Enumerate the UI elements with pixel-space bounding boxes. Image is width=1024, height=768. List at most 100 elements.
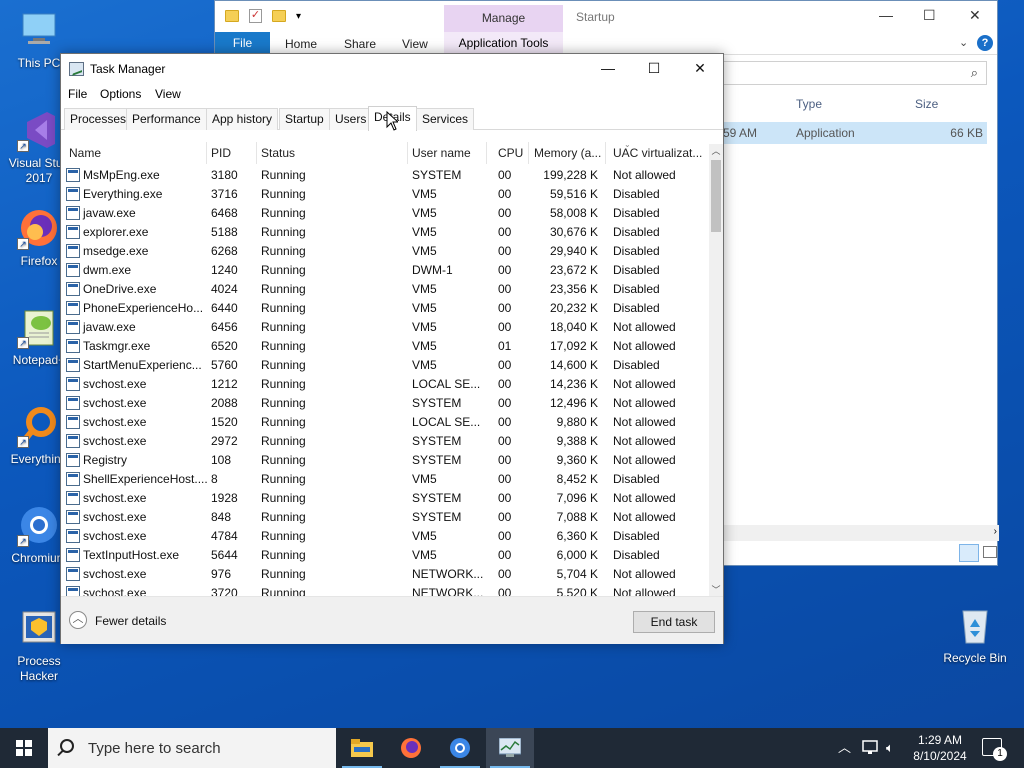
column-header-status[interactable]: Status <box>257 142 408 164</box>
table-row[interactable]: OneDrive.exe 4024 Running VM5 00 23,356 K Disa… <box>61 280 709 299</box>
ribbon-tab-share[interactable]: Share <box>344 37 376 51</box>
table-row[interactable]: svchost.exe 2088 Running SYSTEM 00 12,496 K No… <box>61 394 709 413</box>
show-hidden-icons[interactable]: ︿ <box>838 728 851 768</box>
table-row[interactable]: svchost.exe 4784 Running VM5 00 6,360 K Disabl… <box>61 527 709 546</box>
large-icons-view-icon[interactable] <box>983 546 997 558</box>
cell-uac-virtualization: Disabled <box>613 548 660 562</box>
details-view-icon[interactable] <box>959 544 979 562</box>
ribbon-tab-home[interactable]: Home <box>285 37 317 51</box>
table-row[interactable]: svchost.exe 1212 Running LOCAL SE... 00 14,23… <box>61 375 709 394</box>
table-row[interactable]: svchost.exe 2972 Running SYSTEM 00 9,388 K Not… <box>61 432 709 451</box>
table-row[interactable]: ShellExperienceHost.... 8 Running VM5 00 8,45… <box>61 470 709 489</box>
table-row[interactable]: svchost.exe 3720 Running NETWORK... 00 5,520 … <box>61 584 709 596</box>
column-header-pid[interactable]: PID <box>207 142 257 164</box>
table-row[interactable]: svchost.exe 848 Running SYSTEM 00 7,088 K Not … <box>61 508 709 527</box>
column-header-user-name[interactable]: User name <box>408 142 487 164</box>
table-row[interactable]: MsMpEng.exe 3180 Running SYSTEM 00 199,228 K N… <box>61 166 709 185</box>
start-button[interactable] <box>0 728 48 768</box>
scroll-right-icon[interactable]: › <box>994 526 997 537</box>
taskbar-firefox[interactable] <box>387 728 435 768</box>
table-row[interactable]: javaw.exe 6456 Running VM5 00 18,040 K Not all… <box>61 318 709 337</box>
network-icon[interactable] <box>862 728 880 768</box>
manage-context-tab[interactable]: Manage <box>444 5 563 32</box>
scrollbar-thumb[interactable] <box>711 160 721 232</box>
maximize-icon[interactable]: ☐ <box>923 7 936 24</box>
cell-uac-virtualization: Disabled <box>613 282 660 296</box>
table-row[interactable]: svchost.exe 1928 Running SYSTEM 00 7,096 K Not… <box>61 489 709 508</box>
tab-services[interactable]: Services <box>416 108 475 130</box>
table-row[interactable]: Taskmgr.exe 6520 Running VM5 01 17,092 K Not a… <box>61 337 709 356</box>
maximize-button[interactable]: ☐ <box>631 54 677 84</box>
table-row[interactable]: msedge.exe 6268 Running VM5 00 29,940 K Disabl… <box>61 242 709 261</box>
horizontal-scrollbar[interactable]: › <box>723 525 999 541</box>
tab-users[interactable]: Users <box>329 108 373 130</box>
cell-memory: 18,040 K <box>549 320 598 334</box>
close-icon[interactable]: ✕ <box>969 7 981 24</box>
menu-options[interactable]: Options <box>100 87 141 101</box>
desktop-icon-recycle-bin[interactable]: Recycle Bin <box>937 603 1013 666</box>
action-center-icon[interactable]: 1 <box>982 738 1007 761</box>
cell-memory: 5,704 K <box>556 567 598 581</box>
volume-icon[interactable]: 🔈︎ <box>886 728 894 768</box>
menu-view[interactable]: View <box>155 87 181 101</box>
minimize-button[interactable]: — <box>585 54 631 84</box>
minimize-icon[interactable]: — <box>879 7 893 23</box>
scroll-down-icon[interactable]: ﹀ <box>709 583 723 596</box>
column-header-uac-virtualization[interactable]: UAC virtualizat... <box>609 142 709 164</box>
folder-icon[interactable] <box>225 10 239 22</box>
table-row[interactable]: explorer.exe 5188 Running VM5 00 30,676 K Disa… <box>61 223 709 242</box>
table-row[interactable]: TextInputHost.exe 5644 Running VM5 00 6,000 K… <box>61 546 709 565</box>
customize-toolbar-icon[interactable]: ▾ <box>296 11 301 22</box>
help-icon[interactable]: ? <box>977 35 993 51</box>
column-size[interactable]: Size <box>915 97 938 111</box>
chevron-down-icon[interactable]: ⌄ <box>959 36 968 49</box>
scroll-up-icon[interactable]: ︿ <box>709 144 723 157</box>
ribbon-tab-application-tools[interactable]: Application Tools <box>444 32 563 55</box>
column-header-memory[interactable]: Memory (a... <box>530 142 606 164</box>
tab-app-history[interactable]: App history <box>206 108 279 130</box>
task-manager-window[interactable]: Task Manager — ☐ ✕ File Options View Pro… <box>60 53 724 644</box>
table-row[interactable]: svchost.exe 1520 Running LOCAL SE... 00 9,880… <box>61 413 709 432</box>
cell-name: svchost.exe <box>83 529 147 543</box>
table-row[interactable]: dwm.exe 1240 Running DWM-1 00 23,672 K Disable… <box>61 261 709 280</box>
cell-cpu: 00 <box>498 586 512 596</box>
fewer-details-link[interactable]: Fewer details <box>95 614 166 628</box>
taskbar-search-box[interactable]: Type here to search <box>48 728 336 768</box>
tab-processes[interactable]: Processes <box>64 108 133 130</box>
menu-file[interactable]: File <box>68 87 87 101</box>
app-window-icon <box>66 434 80 448</box>
column-type[interactable]: Type <box>796 97 822 111</box>
end-task-button[interactable]: End task <box>633 611 715 633</box>
system-clock[interactable]: 1:29 AM 8/10/2024 <box>910 732 970 764</box>
taskbar-chromium[interactable] <box>436 728 484 768</box>
table-row[interactable]: StartMenuExperienc... 5760 Running VM5 00 14,… <box>61 356 709 375</box>
ribbon-tab-view[interactable]: View <box>402 37 428 51</box>
taskbar-file-explorer[interactable] <box>338 728 386 768</box>
task-manager-titlebar[interactable]: Task Manager — ☐ ✕ <box>61 54 723 84</box>
table-row[interactable]: javaw.exe 6468 Running VM5 00 58,008 K Disable… <box>61 204 709 223</box>
ribbon-tab-file[interactable]: File <box>215 32 270 55</box>
table-row[interactable]: PhoneExperienceHo... 6440 Running VM5 00 20,2… <box>61 299 709 318</box>
close-button[interactable]: ✕ <box>677 54 723 84</box>
cell-pid: 3716 <box>211 187 238 201</box>
cell-status: Running <box>261 567 306 581</box>
table-row[interactable]: Registry 108 Running SYSTEM 00 9,360 K Not all… <box>61 451 709 470</box>
explorer-search-box[interactable]: ⌕ <box>723 61 987 85</box>
chevron-up-icon[interactable]: ︿ <box>69 611 87 629</box>
new-folder-icon[interactable] <box>272 10 286 22</box>
cell-cpu: 00 <box>498 244 512 258</box>
column-header-name[interactable]: Name <box>65 142 207 164</box>
file-row[interactable]: 59 AM Application 66 KB <box>723 122 987 144</box>
table-row[interactable]: svchost.exe 976 Running NETWORK... 00 5,704 K… <box>61 565 709 584</box>
cell-user-name: VM5 <box>412 206 437 220</box>
properties-icon[interactable]: ✓ <box>249 9 262 23</box>
tab-startup[interactable]: Startup <box>279 108 330 130</box>
vertical-scrollbar[interactable]: ︿ ﹀ <box>709 144 723 596</box>
cell-pid: 2972 <box>211 434 238 448</box>
taskbar-task-manager[interactable] <box>486 728 534 768</box>
column-header-cpu[interactable]: CPU <box>494 142 529 164</box>
tab-performance[interactable]: Performance <box>126 108 207 130</box>
cell-memory: 14,236 K <box>549 377 598 391</box>
table-row[interactable]: Everything.exe 3716 Running VM5 00 59,516 K Di… <box>61 185 709 204</box>
cell-pid: 4784 <box>211 529 238 543</box>
